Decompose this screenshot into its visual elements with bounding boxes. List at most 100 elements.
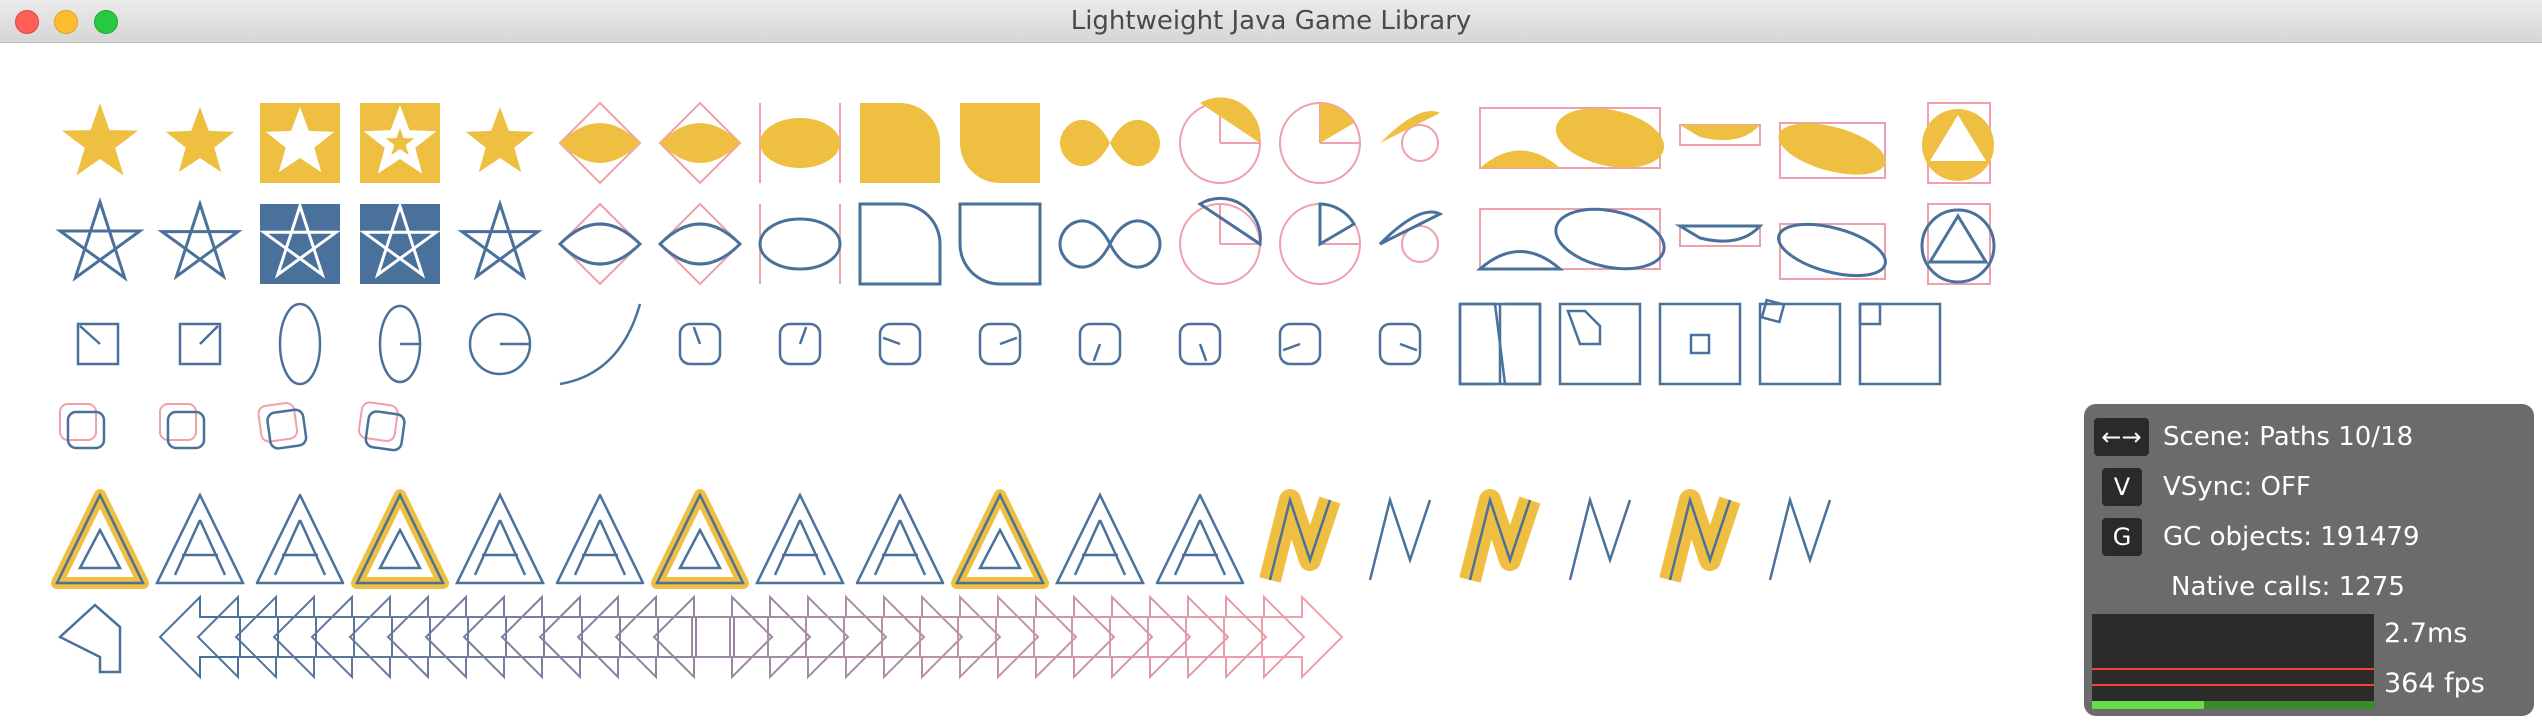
graph-samples [2092, 701, 2204, 709]
native-row: Native calls: 1275 [2157, 565, 2405, 609]
ellipse-shape [1777, 222, 1887, 278]
arrow-shape [158, 594, 241, 680]
star-shape [465, 107, 535, 173]
n-zigzag [1568, 495, 1632, 581]
arc-line [559, 303, 642, 386]
arrow-shape [881, 594, 964, 680]
ellipse-shape [1554, 207, 1666, 271]
rounded-corner-shape [858, 202, 942, 286]
triangle-outline [1054, 492, 1146, 585]
frame-inner [1858, 302, 1882, 326]
rounded-corner-shape [958, 202, 1042, 286]
pentagram-shape [457, 199, 543, 281]
arrow-shape [957, 594, 1040, 680]
arrow-shape [767, 594, 850, 680]
arc-shape [1200, 97, 1261, 143]
arrow-shape [1071, 594, 1154, 680]
lens-shape [657, 222, 743, 266]
graph-threshold-line [2092, 668, 2374, 670]
arrow-shape [995, 594, 1078, 680]
rounded-corner-shape [960, 103, 1040, 183]
infinity-shape [1060, 119, 1160, 167]
triangle-outline [255, 493, 345, 585]
arrow-shape [272, 594, 355, 680]
chord-shape [1674, 224, 1764, 243]
triangle-outline [454, 492, 546, 585]
square-pentagram-shape [260, 204, 340, 284]
scene-label: Scene: Paths 10/18 [2163, 422, 2414, 452]
arc-shape [1378, 210, 1444, 246]
clock-hand [692, 326, 702, 345]
arrow-shape [500, 594, 583, 680]
guide-rounded-rect [358, 401, 399, 443]
highlight-triangle [351, 489, 449, 589]
n-zigzag [1368, 495, 1432, 581]
gc-row: G GC objects: 191479 [2094, 515, 2420, 559]
triangle-shape [1927, 213, 1989, 264]
rounded-rect [66, 410, 106, 450]
ellipse-shape [1555, 108, 1665, 168]
arrow-shape [1185, 594, 1268, 680]
arrow-shape [1223, 594, 1306, 680]
clock-hand [1092, 343, 1102, 362]
highlight-triangle [951, 489, 1049, 589]
vsync-label: VSync: OFF [2163, 472, 2311, 502]
lens-shape [560, 123, 640, 163]
rounded-corner-shape [860, 103, 940, 183]
gc-label: GC objects: 191479 [2163, 522, 2420, 552]
frame-time-label: 2.7ms [2384, 618, 2468, 649]
arc-shape [1320, 103, 1354, 143]
small-ellipse [278, 302, 322, 386]
gc-key[interactable]: G [2102, 518, 2142, 556]
arrow-shape [234, 594, 317, 680]
stroked-shapes-row [55, 196, 1996, 286]
clock-hand [1399, 342, 1418, 352]
arrows-row [57, 594, 1344, 680]
frame-square [1858, 302, 1942, 386]
clock-hand [1198, 343, 1208, 362]
guide-rounded-rect [59, 403, 97, 441]
small-shapes-row [76, 298, 1942, 386]
arc-shape [1318, 202, 1357, 247]
arrow-shape [691, 594, 774, 680]
rounded-rect [166, 410, 206, 450]
native-calls-label: Native calls: 1275 [2171, 572, 2405, 602]
highlight-triangle [651, 489, 749, 589]
rounded-rects-row [59, 401, 406, 452]
ellipse-shape [760, 118, 840, 168]
arrow-shape [1033, 594, 1116, 680]
vsync-row: V VSync: OFF [2094, 465, 2311, 509]
lens-shape [660, 123, 740, 163]
arrow-shape [919, 594, 1002, 680]
star-shape [165, 107, 235, 173]
star-shape [62, 103, 138, 176]
lens-shape [557, 222, 643, 266]
arrow-shape [348, 594, 431, 680]
arrow-shape [1109, 594, 1192, 680]
arrow-shape [614, 594, 697, 680]
arrow-shape [843, 594, 926, 680]
pentagram-shape [157, 199, 243, 281]
infinity-shape [1058, 219, 1162, 269]
arrow-shape [310, 594, 393, 680]
square-pentagram-shape [360, 204, 440, 284]
triangles-row [51, 489, 1832, 589]
pentagram-shape [55, 197, 145, 282]
window-titlebar: Lightweight Java Game Library [0, 0, 2542, 43]
arrow-shape [1261, 594, 1344, 680]
arrow-shape [196, 594, 279, 680]
guide-diamond [558, 202, 642, 286]
clock-hand [999, 336, 1018, 346]
vsync-key[interactable]: V [2102, 468, 2142, 506]
frame-time-graph [2092, 614, 2374, 709]
scene-row: ←→ Scene: Paths 10/18 [2094, 415, 2413, 459]
arc-shape [1480, 150, 1560, 168]
triangle-outline [754, 492, 846, 585]
frame-square [1658, 302, 1742, 386]
frame-inner [1689, 333, 1711, 355]
arrow-keys-icon[interactable]: ←→ [2094, 418, 2149, 456]
n-zigzag [1768, 495, 1832, 581]
triangle-outline [855, 493, 945, 585]
triangle-outline [154, 492, 246, 585]
small-line [199, 325, 219, 345]
